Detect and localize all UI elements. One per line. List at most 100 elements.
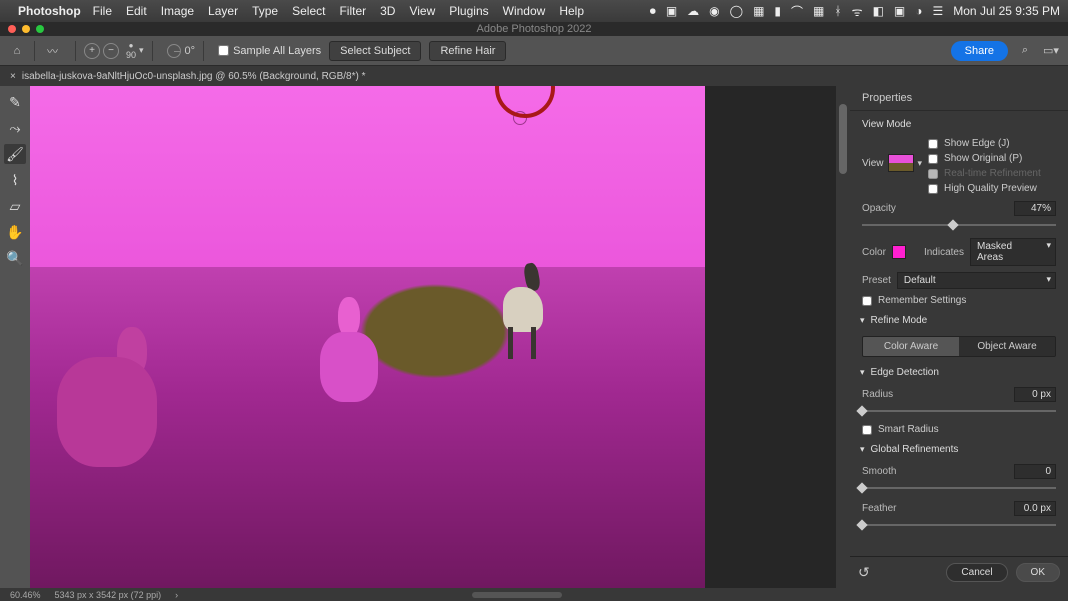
- hq-preview-checkbox[interactable]: [928, 184, 938, 194]
- tray-battery-icon[interactable]: ◧: [873, 4, 884, 18]
- brush-thumb-icon[interactable]: ●: [129, 41, 134, 50]
- radius-slider[interactable]: [862, 407, 1056, 415]
- overlay-color-swatch[interactable]: [892, 245, 906, 259]
- menu-file[interactable]: File: [93, 4, 112, 18]
- mac-menubar: Photoshop File Edit Image Layer Type Sel…: [0, 0, 1068, 22]
- brush-size-value[interactable]: 90: [126, 50, 136, 60]
- global-refinements-header[interactable]: ▾ Global Refinements: [858, 438, 1060, 461]
- menu-help[interactable]: Help: [559, 4, 584, 18]
- tray-bookmark-icon[interactable]: ▮: [774, 4, 781, 18]
- tray-cc-icon[interactable]: ◉: [709, 4, 719, 18]
- tray-control-center-icon[interactable]: ☰: [933, 4, 944, 18]
- canvas-scrollbar-horizontal[interactable]: [192, 592, 1058, 598]
- hand-tool-icon[interactable]: ✋: [4, 222, 26, 242]
- brush-size-decrease-button[interactable]: −: [103, 43, 119, 59]
- brush-preset-icon[interactable]: 〰: [47, 43, 67, 59]
- properties-tab[interactable]: Properties: [850, 86, 1068, 111]
- brush-angle-dial[interactable]: [167, 44, 181, 58]
- lasso-tool-icon[interactable]: ⌇: [4, 170, 26, 190]
- quick-select-tool-icon[interactable]: ✎: [4, 92, 26, 112]
- menu-edit[interactable]: Edit: [126, 4, 147, 18]
- smooth-slider[interactable]: [862, 484, 1056, 492]
- sample-all-layers-checkbox[interactable]: Sample All Layers: [218, 45, 321, 57]
- opacity-slider[interactable]: [862, 221, 1056, 229]
- search-icon[interactable]: ⌕: [1016, 44, 1034, 57]
- show-edge-checkbox[interactable]: [928, 139, 938, 149]
- tray-wifi-icon[interactable]: ᯤ: [852, 3, 863, 20]
- chevron-right-icon[interactable]: ›: [175, 590, 178, 600]
- close-icon[interactable]: ×: [10, 71, 16, 82]
- tray-cloud-icon[interactable]: ☁: [687, 4, 699, 18]
- menu-view[interactable]: View: [409, 4, 435, 18]
- feather-slider[interactable]: [862, 521, 1056, 529]
- color-aware-segment[interactable]: Color Aware: [863, 337, 959, 356]
- menu-3d[interactable]: 3D: [380, 4, 395, 18]
- brush-angle-value[interactable]: 0°: [185, 45, 196, 57]
- window-minimize-button[interactable]: [22, 25, 30, 33]
- scrollbar-thumb[interactable]: [472, 592, 562, 598]
- edge-detection-title: Edge Detection: [871, 367, 939, 378]
- workspace-switcher-icon[interactable]: ▭▾: [1042, 44, 1060, 57]
- brush-tool-icon[interactable]: 🖌: [4, 144, 26, 164]
- share-button[interactable]: Share: [951, 41, 1008, 61]
- tray-lang-icon[interactable]: ▣: [894, 4, 905, 18]
- opacity-value[interactable]: 47%: [1014, 201, 1056, 216]
- refine-edge-brush-tool-icon[interactable]: ⤳: [4, 118, 26, 138]
- polygon-lasso-tool-icon[interactable]: ▱: [4, 196, 26, 216]
- realtime-refinement-checkbox: [928, 169, 938, 179]
- chevron-down-icon[interactable]: ▾: [918, 158, 923, 169]
- brush-size-increase-button[interactable]: +: [84, 43, 100, 59]
- window-close-button[interactable]: [8, 25, 16, 33]
- preset-dropdown[interactable]: Default: [897, 272, 1056, 289]
- refine-hair-button[interactable]: Refine Hair: [429, 41, 506, 61]
- status-dimensions[interactable]: 5343 px x 3542 px (72 ppi): [55, 590, 162, 600]
- cancel-button[interactable]: Cancel: [946, 563, 1007, 582]
- checkbox-icon[interactable]: [218, 45, 229, 56]
- smart-radius-checkbox[interactable]: [862, 425, 872, 435]
- menu-type[interactable]: Type: [252, 4, 278, 18]
- refine-mode-toggle[interactable]: Color Aware Object Aware: [862, 336, 1056, 357]
- tray-siri-icon[interactable]: ◑: [915, 4, 922, 18]
- hq-preview-label: High Quality Preview: [944, 183, 1037, 194]
- remember-settings-checkbox[interactable]: [862, 296, 872, 306]
- tray-app-icon[interactable]: ▦: [753, 4, 764, 18]
- tray-record-icon[interactable]: ⏺: [650, 4, 656, 19]
- scrollbar-thumb[interactable]: [839, 104, 847, 174]
- status-zoom[interactable]: 60.46%: [10, 590, 41, 600]
- menu-window[interactable]: Window: [503, 4, 546, 18]
- home-icon[interactable]: ⌂: [8, 43, 26, 59]
- menu-layer[interactable]: Layer: [208, 4, 238, 18]
- indicates-dropdown[interactable]: Masked Areas: [970, 238, 1056, 266]
- app-menu[interactable]: Photoshop: [18, 4, 81, 18]
- chevron-down-icon[interactable]: ▾: [139, 45, 144, 56]
- feather-value[interactable]: 0.0 px: [1014, 501, 1056, 516]
- menu-filter[interactable]: Filter: [339, 4, 366, 18]
- refine-mode-header[interactable]: ▾ Refine Mode: [858, 309, 1060, 332]
- menu-select[interactable]: Select: [292, 4, 325, 18]
- tray-bluetooth-icon[interactable]: ᚼ: [834, 4, 841, 18]
- view-label: View: [862, 158, 884, 169]
- tray-circle-icon[interactable]: ◯: [730, 4, 743, 18]
- view-mode-thumbnail[interactable]: [888, 154, 914, 172]
- tray-camera-icon[interactable]: ▣: [666, 4, 677, 18]
- menubar-datetime[interactable]: Mon Jul 25 9:35 PM: [953, 4, 1060, 18]
- canvas-scrollbar-vertical[interactable]: [836, 86, 850, 588]
- tray-grid-icon[interactable]: ▦: [813, 4, 824, 18]
- document-tab[interactable]: × isabella-juskova-9aNltHjuOc0-unsplash.…: [0, 66, 376, 86]
- window-zoom-button[interactable]: [36, 25, 44, 33]
- smooth-value[interactable]: 0: [1014, 464, 1056, 479]
- edge-detection-header[interactable]: ▾ Edge Detection: [858, 361, 1060, 384]
- canvas-horse-center: [320, 297, 390, 437]
- document-canvas[interactable]: [30, 86, 705, 588]
- menu-plugins[interactable]: Plugins: [449, 4, 488, 18]
- show-original-checkbox[interactable]: [928, 154, 938, 164]
- reset-icon[interactable]: ↺: [858, 564, 870, 581]
- tray-arc-icon[interactable]: ⌒: [791, 3, 803, 20]
- radius-value[interactable]: 0 px: [1014, 387, 1056, 402]
- toolbox: ✎ ⤳ 🖌 ⌇ ▱ ✋ 🔍: [0, 86, 30, 588]
- select-subject-button[interactable]: Select Subject: [329, 41, 421, 61]
- zoom-tool-icon[interactable]: 🔍: [4, 248, 26, 268]
- menu-image[interactable]: Image: [161, 4, 194, 18]
- object-aware-segment[interactable]: Object Aware: [959, 337, 1055, 356]
- ok-button[interactable]: OK: [1016, 563, 1060, 582]
